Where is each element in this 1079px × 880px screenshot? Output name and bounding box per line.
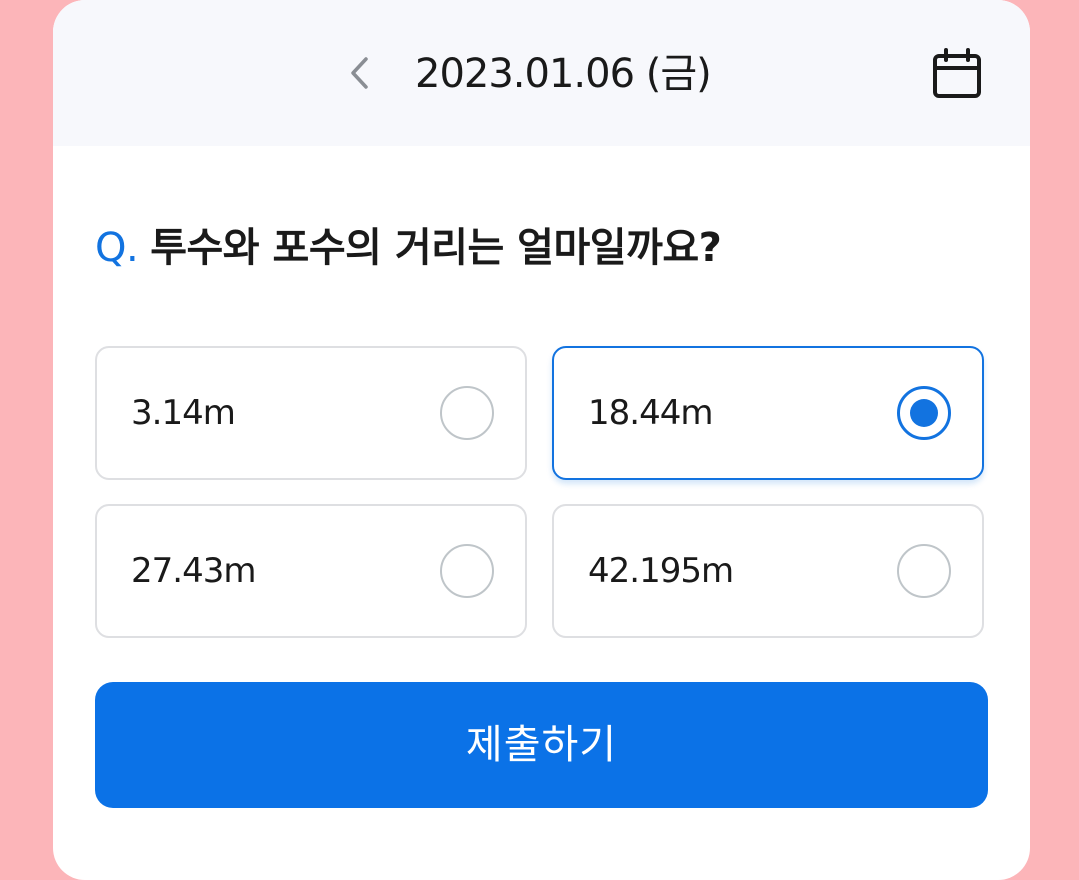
option-2[interactable]: 18.44m: [552, 346, 984, 480]
date-header: 2023.01.06 (금): [53, 0, 1030, 146]
chevron-left-icon: [351, 57, 368, 89]
quiz-card: 2023.01.06 (금) Q. 투수와 포수의 거리는 얼마일까요? 3.14…: [53, 0, 1030, 880]
option-label: 42.195m: [588, 551, 734, 591]
radio-button[interactable]: [440, 386, 494, 440]
calendar-button[interactable]: [928, 44, 986, 104]
option-4[interactable]: 42.195m: [552, 504, 984, 638]
question-text: Q. 투수와 포수의 거리는 얼마일까요?: [95, 216, 722, 280]
question-body: 투수와 포수의 거리는 얼마일까요?: [150, 225, 722, 271]
option-1[interactable]: 3.14m: [95, 346, 527, 480]
radio-button[interactable]: [897, 544, 951, 598]
option-label: 3.14m: [131, 393, 236, 433]
radio-button[interactable]: [897, 386, 951, 440]
submit-button[interactable]: 제출하기: [95, 682, 988, 808]
date-title: 2023.01.06 (금): [415, 51, 712, 97]
prev-date-button[interactable]: [339, 50, 379, 96]
question-prefix: Q.: [95, 225, 139, 271]
option-3[interactable]: 27.43m: [95, 504, 527, 638]
radio-button[interactable]: [440, 544, 494, 598]
option-label: 27.43m: [131, 551, 256, 591]
option-label: 18.44m: [588, 393, 713, 433]
calendar-icon: [933, 48, 981, 98]
